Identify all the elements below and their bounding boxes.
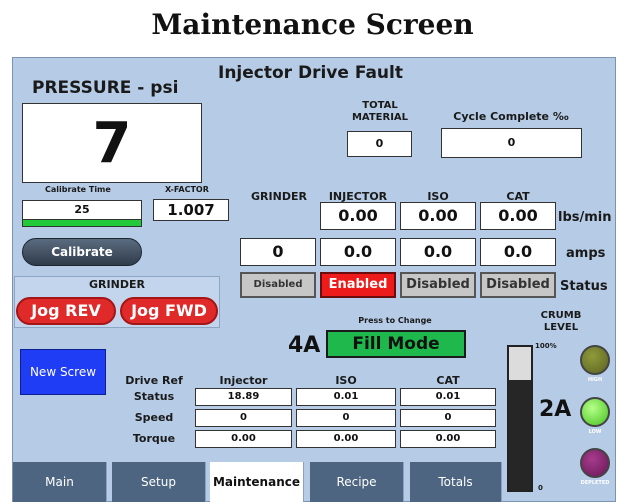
page-title: Maintenance Screen bbox=[151, 8, 474, 41]
drive-status-injector: 18.89 bbox=[195, 388, 292, 406]
iso-status-button[interactable]: Disabled bbox=[400, 272, 476, 298]
cat-amps: 0.0 bbox=[480, 238, 556, 266]
drive-speed-cat: 0 bbox=[400, 409, 496, 427]
drive-row-label-torque: Torque bbox=[132, 432, 176, 445]
total-material-label: TOTAL MATERIAL bbox=[335, 100, 425, 124]
tab-maintenance[interactable]: Maintenance bbox=[210, 462, 304, 502]
rate-unit: lbs/min bbox=[558, 210, 612, 225]
drive-status-cat: 0.01 bbox=[400, 388, 496, 406]
drive-header-cat: CAT bbox=[436, 374, 460, 387]
crumb-level-label: CRUMB LEVEL bbox=[526, 310, 596, 334]
pressure-display: 7 bbox=[22, 103, 202, 183]
drive-ref-label: Drive Ref bbox=[125, 374, 183, 387]
crumb-top-label: 100% bbox=[535, 342, 557, 350]
cycle-complete-label: Cycle Complete ‰ bbox=[453, 110, 569, 123]
drive-row-label-speed: Speed bbox=[134, 411, 174, 424]
grinder-amps: 0 bbox=[240, 238, 316, 266]
crumb-level-label-line1: CRUMB bbox=[540, 310, 582, 321]
grinder-status-button[interactable]: Disabled bbox=[240, 272, 316, 298]
crumb-level-fill bbox=[509, 380, 531, 490]
press-to-change-label: Press to Change bbox=[358, 316, 432, 325]
col-header-grinder: GRINDER bbox=[251, 190, 307, 203]
pressure-label: PRESSURE - psi bbox=[32, 78, 179, 98]
amps-unit: amps bbox=[566, 246, 606, 261]
low-level-light bbox=[580, 397, 610, 427]
depleted-light-label: DEPLETED bbox=[580, 480, 610, 486]
new-screw-button[interactable]: New Screw bbox=[20, 349, 106, 395]
grinder-jog-title: GRINDER bbox=[89, 278, 145, 291]
drive-header-injector: Injector bbox=[219, 374, 268, 387]
injector-status-button[interactable]: Enabled bbox=[320, 272, 396, 298]
drive-torque-iso: 0.00 bbox=[296, 430, 396, 448]
callout-4a: 4A bbox=[288, 333, 321, 358]
xfactor-label: X-FACTOR bbox=[165, 185, 209, 194]
calibrate-time-field[interactable]: 25 bbox=[22, 200, 142, 220]
drive-speed-iso: 0 bbox=[296, 409, 396, 427]
iso-rate: 0.00 bbox=[400, 202, 476, 230]
low-light-label: LOW bbox=[588, 429, 602, 435]
high-level-light bbox=[580, 345, 610, 375]
xfactor-field[interactable]: 1.007 bbox=[153, 199, 229, 221]
tab-setup[interactable]: Setup bbox=[112, 462, 206, 502]
cat-rate: 0.00 bbox=[480, 202, 556, 230]
drive-torque-cat: 0.00 bbox=[400, 430, 496, 448]
injector-amps: 0.0 bbox=[320, 238, 396, 266]
crumb-level-label-line2: LEVEL bbox=[543, 322, 579, 333]
fault-title: Injector Drive Fault bbox=[218, 63, 403, 83]
crumb-bottom-label: 0 bbox=[538, 484, 543, 492]
jog-rev-button[interactable]: Jog REV bbox=[16, 297, 116, 325]
drive-torque-injector: 0.00 bbox=[195, 430, 292, 448]
callout-2a: 2A bbox=[539, 397, 572, 422]
tab-recipe[interactable]: Recipe bbox=[310, 462, 404, 502]
tab-totals[interactable]: Totals bbox=[410, 462, 502, 502]
jog-fwd-button[interactable]: Jog FWD bbox=[120, 297, 218, 325]
high-light-label: HIGH bbox=[587, 377, 603, 383]
iso-amps: 0.0 bbox=[400, 238, 476, 266]
injector-rate: 0.00 bbox=[320, 202, 396, 230]
drive-row-label-status: Status bbox=[133, 390, 175, 403]
calibrate-button[interactable]: Calibrate bbox=[22, 238, 142, 266]
tab-main[interactable]: Main bbox=[13, 462, 107, 502]
drive-speed-injector: 0 bbox=[195, 409, 292, 427]
depleted-level-light bbox=[580, 448, 610, 478]
status-row-label: Status bbox=[560, 279, 608, 294]
total-material-field: 0 bbox=[347, 131, 412, 157]
cycle-complete-field: 0 bbox=[441, 128, 582, 158]
calibrate-progress-bar bbox=[22, 220, 142, 227]
total-material-label-line1: TOTAL bbox=[362, 100, 398, 111]
cat-status-button[interactable]: Disabled bbox=[480, 272, 556, 298]
drive-header-iso: ISO bbox=[335, 374, 357, 387]
total-material-label-line2: MATERIAL bbox=[351, 112, 409, 123]
calibrate-time-label: Calibrate Time bbox=[45, 185, 111, 194]
drive-status-iso: 0.01 bbox=[296, 388, 396, 406]
fill-mode-button[interactable]: Fill Mode bbox=[326, 330, 466, 358]
